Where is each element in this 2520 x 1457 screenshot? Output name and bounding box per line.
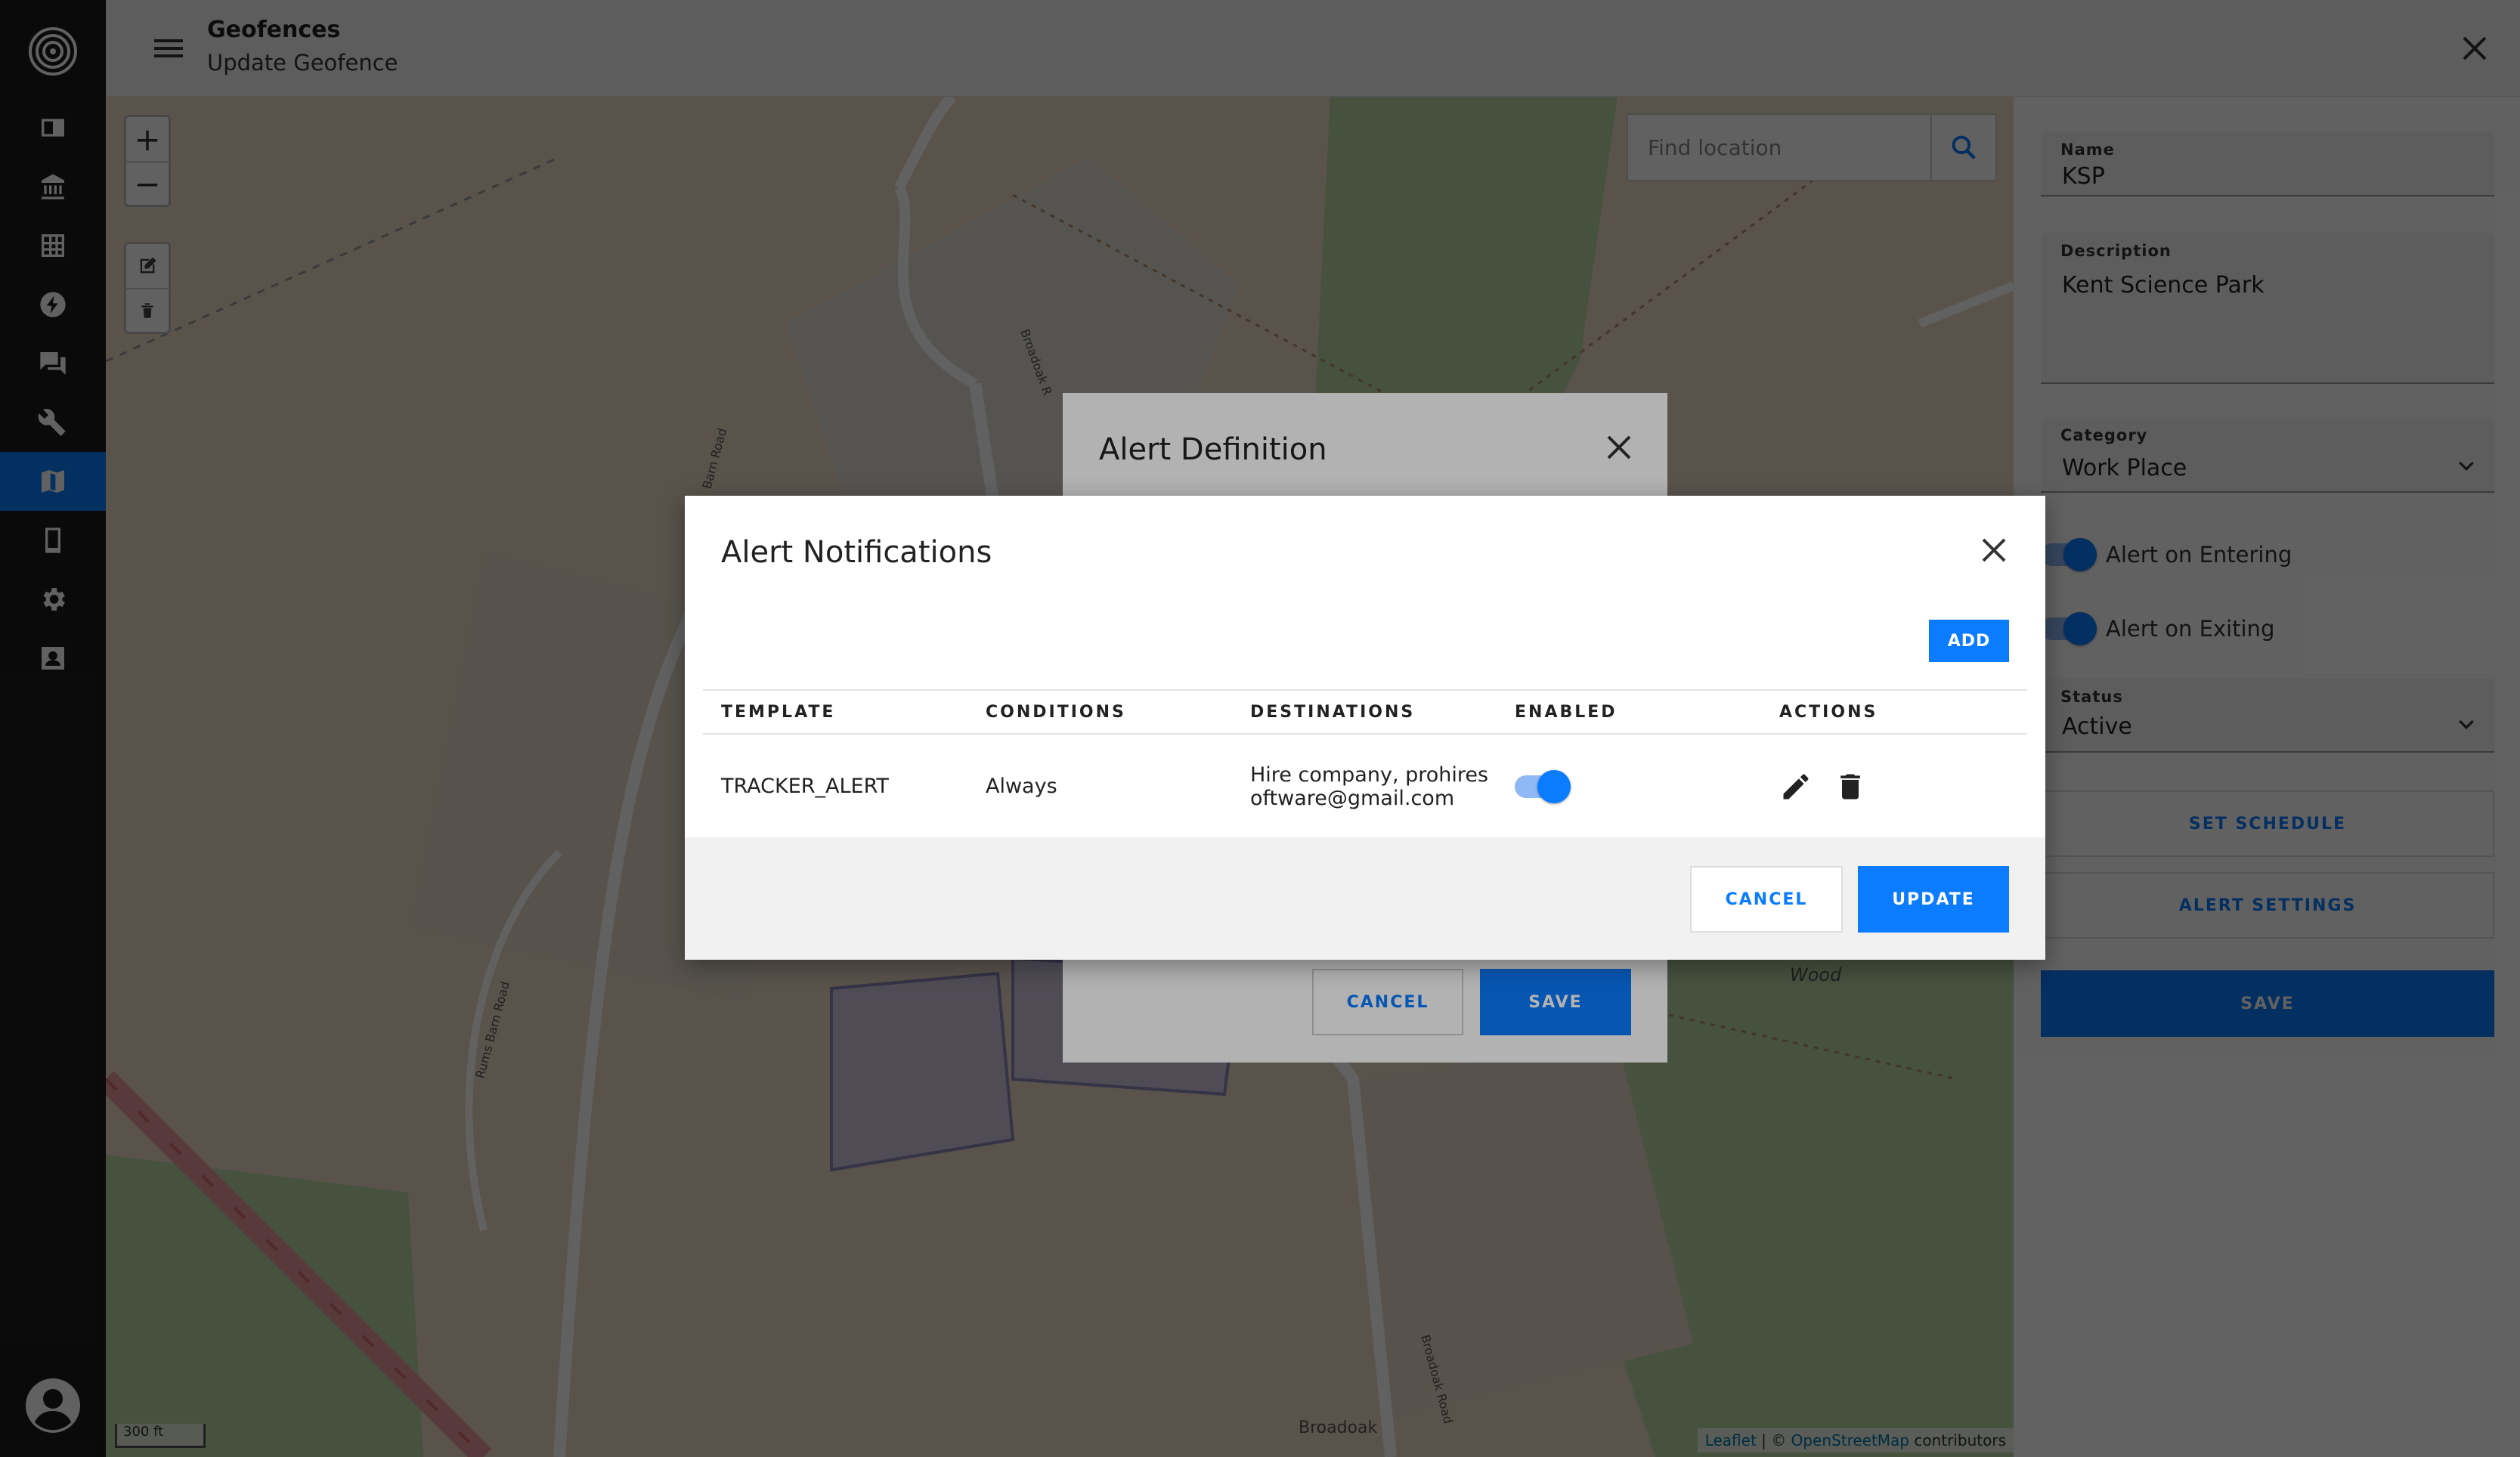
cancel-button[interactable]: CANCEL (1690, 866, 1843, 933)
add-notification-button[interactable]: ADD (1929, 620, 2009, 662)
table-row: TRACKER_ALERT Always Hire company, prohi… (703, 734, 2027, 838)
cell-template: TRACKER_ALERT (721, 775, 889, 798)
cell-destinations: Hire company, prohires oftware@gmail.com (1232, 734, 1497, 838)
destinations-line-2: oftware@gmail.com (1250, 786, 1455, 810)
column-header-template: TEMPLATE (703, 689, 967, 735)
dialog-footer: CANCEL UPDATE (685, 837, 2045, 960)
cell-conditions: Always (986, 775, 1057, 798)
cell-enabled (1497, 734, 1761, 838)
destinations-line-1: Hire company, prohires (1250, 763, 1489, 787)
notifications-table: TEMPLATE CONDITIONS DESTINATIONS ENABLED… (703, 689, 2027, 838)
column-header-destinations: DESTINATIONS (1232, 689, 1497, 735)
update-button[interactable]: UPDATE (1858, 866, 2009, 933)
delete-trash-icon[interactable] (1834, 770, 1867, 803)
alert-notifications-title: Alert Notifications (721, 535, 992, 570)
edit-pencil-icon[interactable] (1779, 770, 1813, 803)
table-header-row: TEMPLATE CONDITIONS DESTINATIONS ENABLED… (703, 689, 2027, 735)
cell-actions (1761, 734, 2027, 838)
alert-notifications-dialog: Alert Notifications ADD TEMPLATE CONDITI… (685, 496, 2045, 960)
column-header-conditions: CONDITIONS (967, 689, 1232, 735)
column-header-actions: ACTIONS (1761, 689, 2027, 735)
close-icon[interactable] (1979, 535, 2009, 565)
enabled-toggle[interactable] (1515, 769, 1571, 803)
column-header-enabled: ENABLED (1497, 689, 1761, 735)
